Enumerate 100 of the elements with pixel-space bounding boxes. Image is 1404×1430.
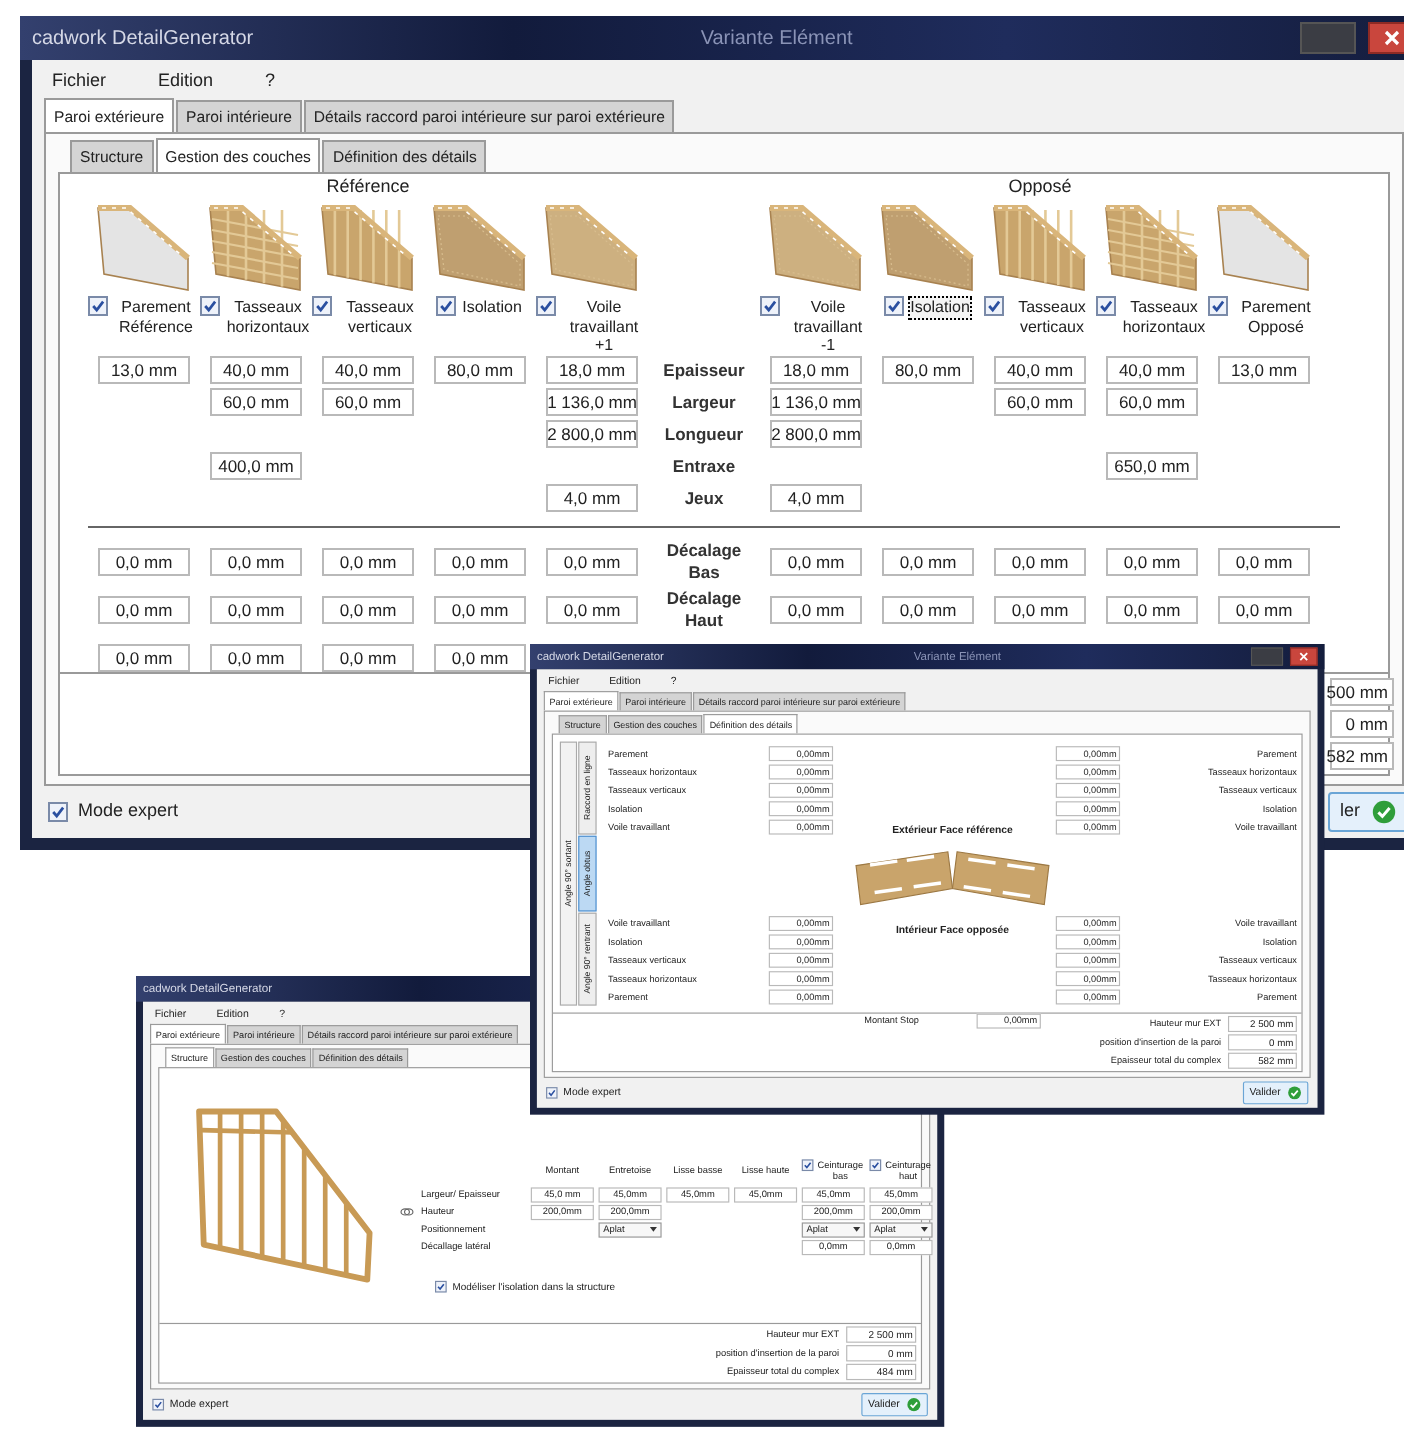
value-field[interactable]: 0,0 mm bbox=[546, 548, 638, 576]
check-icon bbox=[1287, 1086, 1302, 1100]
value-field[interactable]: 0,0 mm bbox=[434, 644, 526, 672]
checkbox-label: Tasseaux verticaux bbox=[344, 296, 416, 338]
checkbox-label: Isolation bbox=[908, 296, 972, 319]
checkbox[interactable] bbox=[152, 1398, 165, 1411]
checkbox-label: Tasseaux horizontaux bbox=[224, 296, 312, 338]
caret-icon bbox=[853, 1227, 861, 1232]
value-field[interactable]: 0,0 mm bbox=[322, 548, 414, 576]
checkbox-label: Parement Opposé bbox=[1239, 296, 1313, 338]
value-field[interactable]: 1 136,0 mm bbox=[546, 388, 638, 416]
value-field[interactable]: 0,0 mm bbox=[98, 548, 190, 576]
value-field[interactable]: 18,0 mm bbox=[546, 356, 638, 384]
value-field[interactable]: 0,0 mm bbox=[882, 548, 974, 576]
value-field[interactable]: 18,0 mm bbox=[770, 356, 862, 384]
close-button[interactable] bbox=[1368, 22, 1404, 54]
close-button[interactable] bbox=[1290, 647, 1318, 666]
value-field[interactable]: 0,0 mm bbox=[1218, 596, 1310, 624]
value-field[interactable]: 0,0 mm bbox=[546, 596, 638, 624]
value-field[interactable]: 650,0 mm bbox=[1106, 452, 1198, 480]
value-field[interactable]: 0,0 mm bbox=[994, 596, 1086, 624]
value-field[interactable]: 40,0 mm bbox=[210, 356, 302, 384]
check-icon bbox=[1372, 800, 1396, 824]
checkbox[interactable] bbox=[984, 296, 1004, 316]
row-label: Longueur bbox=[664, 423, 744, 445]
value-field[interactable]: 60,0 mm bbox=[210, 388, 302, 416]
value-field[interactable]: 40,0 mm bbox=[322, 356, 414, 384]
value-field[interactable]: 0,0 mm bbox=[322, 644, 414, 672]
value-field[interactable]: 400,0 mm bbox=[210, 452, 302, 480]
checkbox[interactable] bbox=[869, 1158, 882, 1171]
value-field[interactable]: 13,0 mm bbox=[1218, 356, 1310, 384]
value-field[interactable]: 4,0 mm bbox=[546, 484, 638, 512]
value-field[interactable]: 0,0 mm bbox=[1106, 596, 1198, 624]
checkbox[interactable] bbox=[546, 1087, 558, 1099]
checkbox[interactable] bbox=[200, 296, 220, 316]
window-subtitle: Variante Elément bbox=[698, 25, 855, 53]
value-field[interactable]: 0,0 mm bbox=[210, 644, 302, 672]
value-field[interactable]: 80,0 mm bbox=[434, 356, 526, 384]
value-field[interactable]: 0,0 mm bbox=[882, 596, 974, 624]
value-field[interactable]: 0,0 mm bbox=[434, 596, 526, 624]
close-icon bbox=[1384, 30, 1400, 46]
checkbox[interactable] bbox=[884, 296, 905, 316]
value-field[interactable]: 40,0 mm bbox=[994, 356, 1086, 384]
checkbox-label: Tasseaux verticaux bbox=[1016, 296, 1088, 338]
checkbox[interactable] bbox=[312, 296, 332, 316]
group-label: Opposé bbox=[1006, 174, 1074, 200]
value-field[interactable]: 0,0 mm bbox=[770, 548, 862, 576]
checkbox[interactable] bbox=[435, 1280, 447, 1293]
checkbox-label: Tasseaux horizontaux bbox=[1120, 296, 1208, 338]
group-label: Référence bbox=[324, 174, 412, 200]
value-field[interactable]: 0,0 mm bbox=[994, 548, 1086, 576]
checkbox[interactable] bbox=[88, 296, 108, 316]
menu-item[interactable]: ? bbox=[265, 68, 276, 90]
value-field[interactable]: 1 136,0 mm bbox=[770, 388, 862, 416]
value-field[interactable]: 0,0 mm bbox=[770, 596, 862, 624]
value-field[interactable]: 0,0 mm bbox=[210, 548, 302, 576]
checkbox[interactable] bbox=[801, 1158, 814, 1171]
close-icon bbox=[1299, 652, 1309, 662]
menu-item[interactable]: Fichier bbox=[52, 68, 107, 90]
value-field[interactable]: 0 mm bbox=[1330, 710, 1394, 738]
value-field[interactable]: 40,0 mm bbox=[1106, 356, 1198, 384]
value-field[interactable]: 80,0 mm bbox=[882, 356, 974, 384]
checkbox-label: Parement Référence bbox=[117, 296, 195, 338]
checkbox-label: Isolation bbox=[460, 296, 524, 319]
value-field[interactable]: 0,0 mm bbox=[98, 644, 190, 672]
row-label: Décalage Bas bbox=[664, 540, 744, 584]
row-label: Entraxe bbox=[672, 455, 736, 477]
checkbox[interactable] bbox=[48, 802, 68, 822]
row-label: Epaisseur bbox=[663, 359, 745, 381]
value-field[interactable]: 2 800,0 mm bbox=[546, 420, 638, 448]
value-field[interactable]: 0,0 mm bbox=[322, 596, 414, 624]
checkbox[interactable] bbox=[1208, 296, 1228, 316]
row-label: Jeux bbox=[684, 487, 724, 509]
value-field[interactable]: 2 800,0 mm bbox=[770, 420, 862, 448]
value-field[interactable]: 0,0 mm bbox=[1218, 548, 1310, 576]
value-field[interactable]: 60,0 mm bbox=[994, 388, 1086, 416]
value-field[interactable]: 582 mm bbox=[1330, 742, 1394, 770]
value-field[interactable]: 500 mm bbox=[1330, 678, 1394, 706]
value-field[interactable]: 0,0 mm bbox=[1106, 548, 1198, 576]
value-field[interactable]: 60,0 mm bbox=[1106, 388, 1198, 416]
value-field[interactable]: 0,0 mm bbox=[434, 548, 526, 576]
caret-icon bbox=[649, 1227, 657, 1232]
checkbox[interactable] bbox=[760, 296, 780, 316]
value-field[interactable]: 0,0 mm bbox=[98, 596, 190, 624]
window-title: cadwork DetailGenerator bbox=[32, 25, 254, 53]
menu-item[interactable]: Edition bbox=[158, 68, 214, 90]
validate-button[interactable]: ler bbox=[1327, 792, 1404, 832]
value-field[interactable]: 4,0 mm bbox=[770, 484, 862, 512]
checkbox-label: Mode expert bbox=[78, 798, 179, 825]
row-label: Largeur bbox=[672, 391, 736, 413]
value-field[interactable]: 13,0 mm bbox=[98, 356, 190, 384]
checkbox[interactable] bbox=[436, 296, 457, 316]
caret-icon bbox=[920, 1227, 928, 1232]
checkbox[interactable] bbox=[1096, 296, 1116, 316]
checkbox[interactable] bbox=[536, 296, 556, 316]
checkbox-label: Voile travaillant -1 bbox=[791, 296, 865, 357]
checkbox-label: Voile travaillant +1 bbox=[567, 296, 641, 357]
value-field[interactable]: 0,0 mm bbox=[210, 596, 302, 624]
check-icon bbox=[906, 1397, 921, 1412]
value-field[interactable]: 60,0 mm bbox=[322, 388, 414, 416]
